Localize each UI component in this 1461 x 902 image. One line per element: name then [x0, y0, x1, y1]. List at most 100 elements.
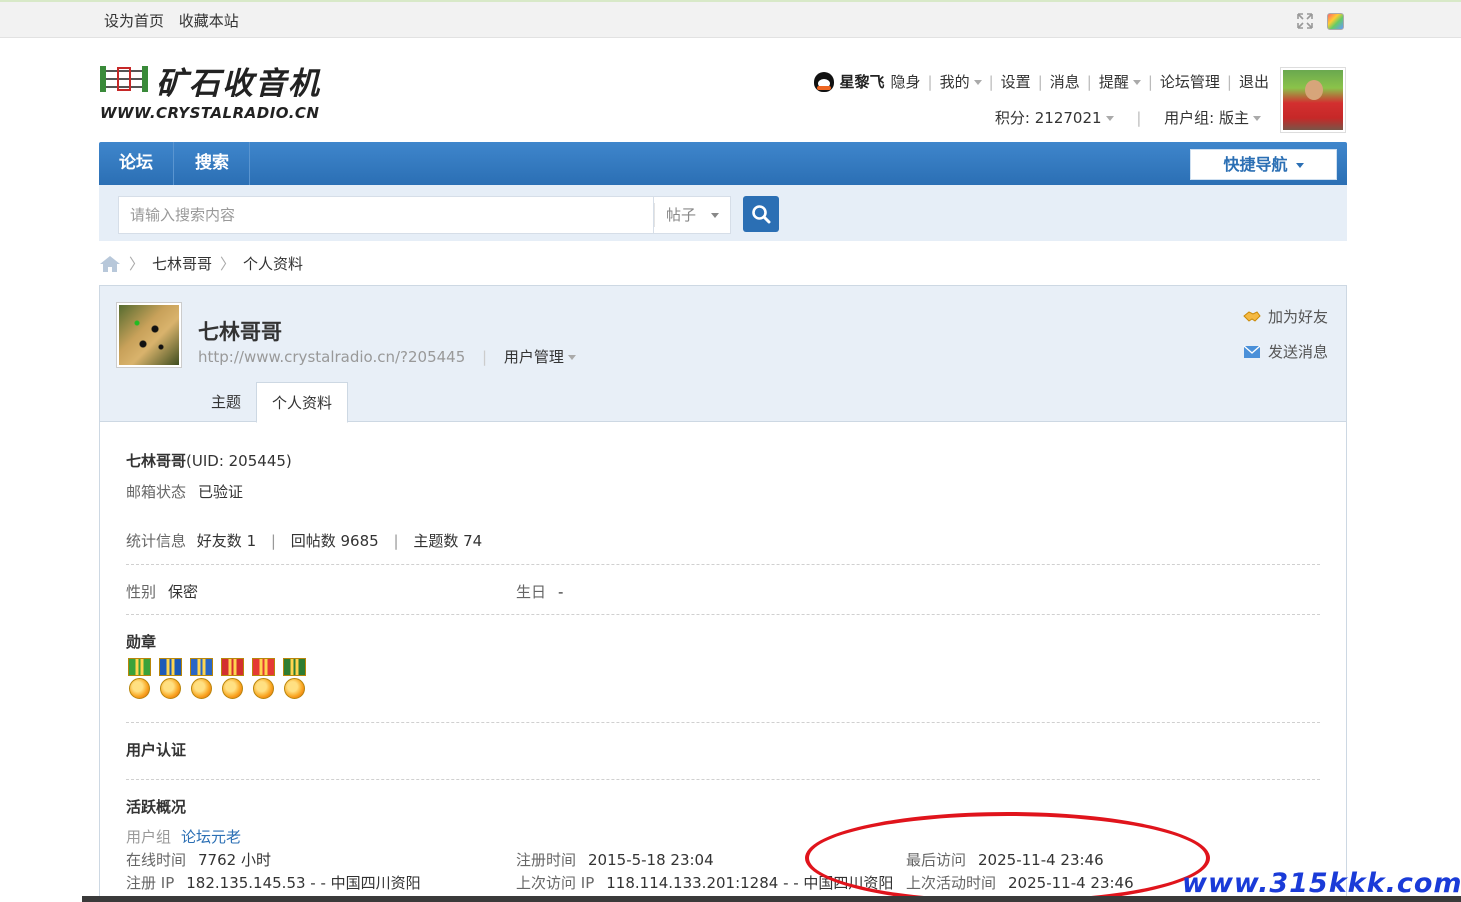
online-value: 7762 小时 [198, 851, 271, 869]
settings-link[interactable]: 设置 [1001, 71, 1031, 92]
birthday-label: 生日 [516, 583, 547, 601]
profile-uid: (UID: 205445) [186, 452, 292, 470]
separator: | [988, 72, 994, 91]
user-group-label: 用户组: 版主 [1164, 109, 1249, 127]
nav-forum[interactable]: 论坛 [99, 142, 174, 185]
bottom-scrollbar[interactable] [82, 896, 1461, 902]
user-manage-menu[interactable]: 用户管理 [504, 348, 576, 366]
friends-count[interactable]: 好友数 1 [197, 532, 256, 550]
points-label: 积分: 2127021 [994, 109, 1102, 127]
search-type-label: 帖子 [666, 206, 697, 224]
tab-profile[interactable]: 个人资料 [256, 382, 349, 423]
threads-count[interactable]: 主题数 74 [413, 532, 482, 550]
username-link[interactable]: 星黎飞 [840, 71, 885, 92]
invisible-toggle[interactable]: 隐身 [891, 71, 921, 92]
logout-link[interactable]: 退出 [1239, 71, 1269, 92]
stats-row: 统计信息 好友数 1 | 回帖数 9685 | 主题数 74 [126, 530, 482, 551]
home-icon[interactable] [99, 255, 121, 273]
gender-label: 性别 [126, 583, 157, 601]
search-button[interactable] [743, 196, 779, 232]
reminders-label: 提醒 [1098, 73, 1129, 91]
medals-list [126, 658, 308, 704]
user-nav: 星黎飞 隐身 | 我的 | 设置 | 消息 | 提醒 | 论坛管理 | 退出 [813, 71, 1269, 92]
breadcrumb-user[interactable]: 七林哥哥 [152, 253, 212, 274]
reg-ip-row: 注册 IP 182.135.145.53 - - 中国四川资阳 [126, 872, 421, 893]
breadcrumb-arrow: 〉 [220, 255, 236, 273]
my-menu[interactable]: 我的 [940, 71, 982, 92]
points-menu[interactable]: 积分: 2127021 [995, 109, 1114, 127]
send-message-label: 发送消息 [1267, 343, 1328, 361]
breadcrumb-arrow: 〉 [129, 255, 145, 273]
current-user-avatar[interactable] [1280, 67, 1346, 133]
tab-threads[interactable]: 主题 [196, 382, 256, 422]
medals-title: 勋章 [126, 633, 157, 651]
group-value[interactable]: 论坛元老 [181, 828, 241, 846]
main-nav: 论坛 搜索 快捷导航 [99, 142, 1347, 185]
user-group-menu[interactable]: 用户组: 版主 [1164, 109, 1261, 127]
site-logo[interactable]: 矿石收音机 WWW.CRYSTALRADIO.CN [98, 58, 338, 124]
medal-gold-icon[interactable] [281, 658, 308, 704]
envelope-icon [1243, 344, 1261, 358]
red-annotation-ellipse [805, 812, 1210, 902]
group-row: 用户组 论坛元老 [126, 826, 241, 847]
bookmark-link[interactable]: 收藏本站 [179, 12, 239, 30]
gender-row: 性别 保密 [126, 581, 198, 602]
my-menu-label: 我的 [939, 73, 970, 91]
last-ip-label: 上次访问 IP [516, 874, 595, 892]
divider [126, 779, 1320, 780]
medal-red-icon[interactable] [219, 658, 246, 704]
quick-nav-label: 快捷导航 [1223, 155, 1288, 174]
color-theme-icon[interactable] [1325, 11, 1345, 31]
chevron-down-icon [567, 355, 576, 360]
reg-ip-label: 注册 IP [126, 874, 175, 892]
nav-search[interactable]: 搜索 [175, 142, 250, 185]
gender-value: 保密 [168, 583, 199, 601]
messages-link[interactable]: 消息 [1050, 71, 1080, 92]
profile-name-bold: 七林哥哥 [126, 452, 187, 470]
reminders-menu[interactable]: 提醒 [1099, 71, 1141, 92]
birthday-row: 生日 - [516, 581, 563, 602]
quick-nav-button[interactable]: 快捷导航 [1190, 149, 1337, 180]
activity-title: 活跃概况 [126, 798, 187, 816]
top-links: 设为首页 收藏本站 [104, 10, 249, 31]
replies-count[interactable]: 回帖数 9685 [291, 532, 379, 550]
handshake-icon [1243, 310, 1261, 322]
antenna-logo-icon [100, 66, 148, 92]
divider [126, 722, 1320, 723]
breadcrumb-profile: 个人资料 [243, 255, 304, 273]
verification-title: 用户认证 [126, 741, 187, 759]
search-icon [752, 205, 771, 224]
chevron-down-icon [1132, 80, 1141, 85]
reg-time-row: 注册时间 2015-5-18 23:04 [516, 849, 714, 870]
add-friend-button[interactable]: 加为好友 [1243, 306, 1328, 327]
logo-chinese-text: 矿石收音机 [156, 66, 321, 102]
forum-admin-link[interactable]: 论坛管理 [1160, 71, 1220, 92]
breadcrumb: 〉 七林哥哥 〉 个人资料 [99, 253, 303, 274]
medal-blue-icon[interactable] [157, 658, 184, 704]
send-message-button[interactable]: 发送消息 [1243, 341, 1328, 362]
medal-sun-icon[interactable] [188, 658, 215, 704]
online-row: 在线时间 7762 小时 [126, 849, 271, 870]
top-icons [1295, 11, 1345, 31]
top-bar: 设为首页 收藏本站 [0, 0, 1461, 38]
separator: | [1226, 72, 1232, 91]
profile-url[interactable]: http://www.crystalradio.cn/?205445 [198, 348, 465, 366]
email-status-value: 已验证 [198, 483, 244, 501]
divider [126, 564, 1320, 565]
medal-star-icon[interactable] [126, 658, 153, 704]
profile-panel: 七林哥哥 http://www.crystalradio.cn/?205445 … [99, 285, 1347, 902]
set-homepage-link[interactable]: 设为首页 [104, 12, 164, 30]
fullscreen-icon[interactable] [1295, 11, 1315, 31]
separator: | [270, 532, 276, 550]
chevron-down-icon [1253, 116, 1261, 121]
medal-orange-icon[interactable] [250, 658, 277, 704]
chevron-down-icon [973, 80, 982, 85]
qq-penguin-icon [813, 71, 834, 92]
chevron-down-icon [1105, 116, 1114, 121]
reg-time-value: 2015-5-18 23:04 [588, 851, 714, 869]
profile-avatar[interactable] [116, 302, 182, 368]
search-input[interactable]: 请输入搜索内容 [118, 196, 653, 234]
name-uid-row: 七林哥哥(UID: 205445) [126, 450, 292, 471]
search-type-select[interactable]: 帖子 [653, 196, 731, 234]
user-manage-label: 用户管理 [503, 348, 564, 366]
